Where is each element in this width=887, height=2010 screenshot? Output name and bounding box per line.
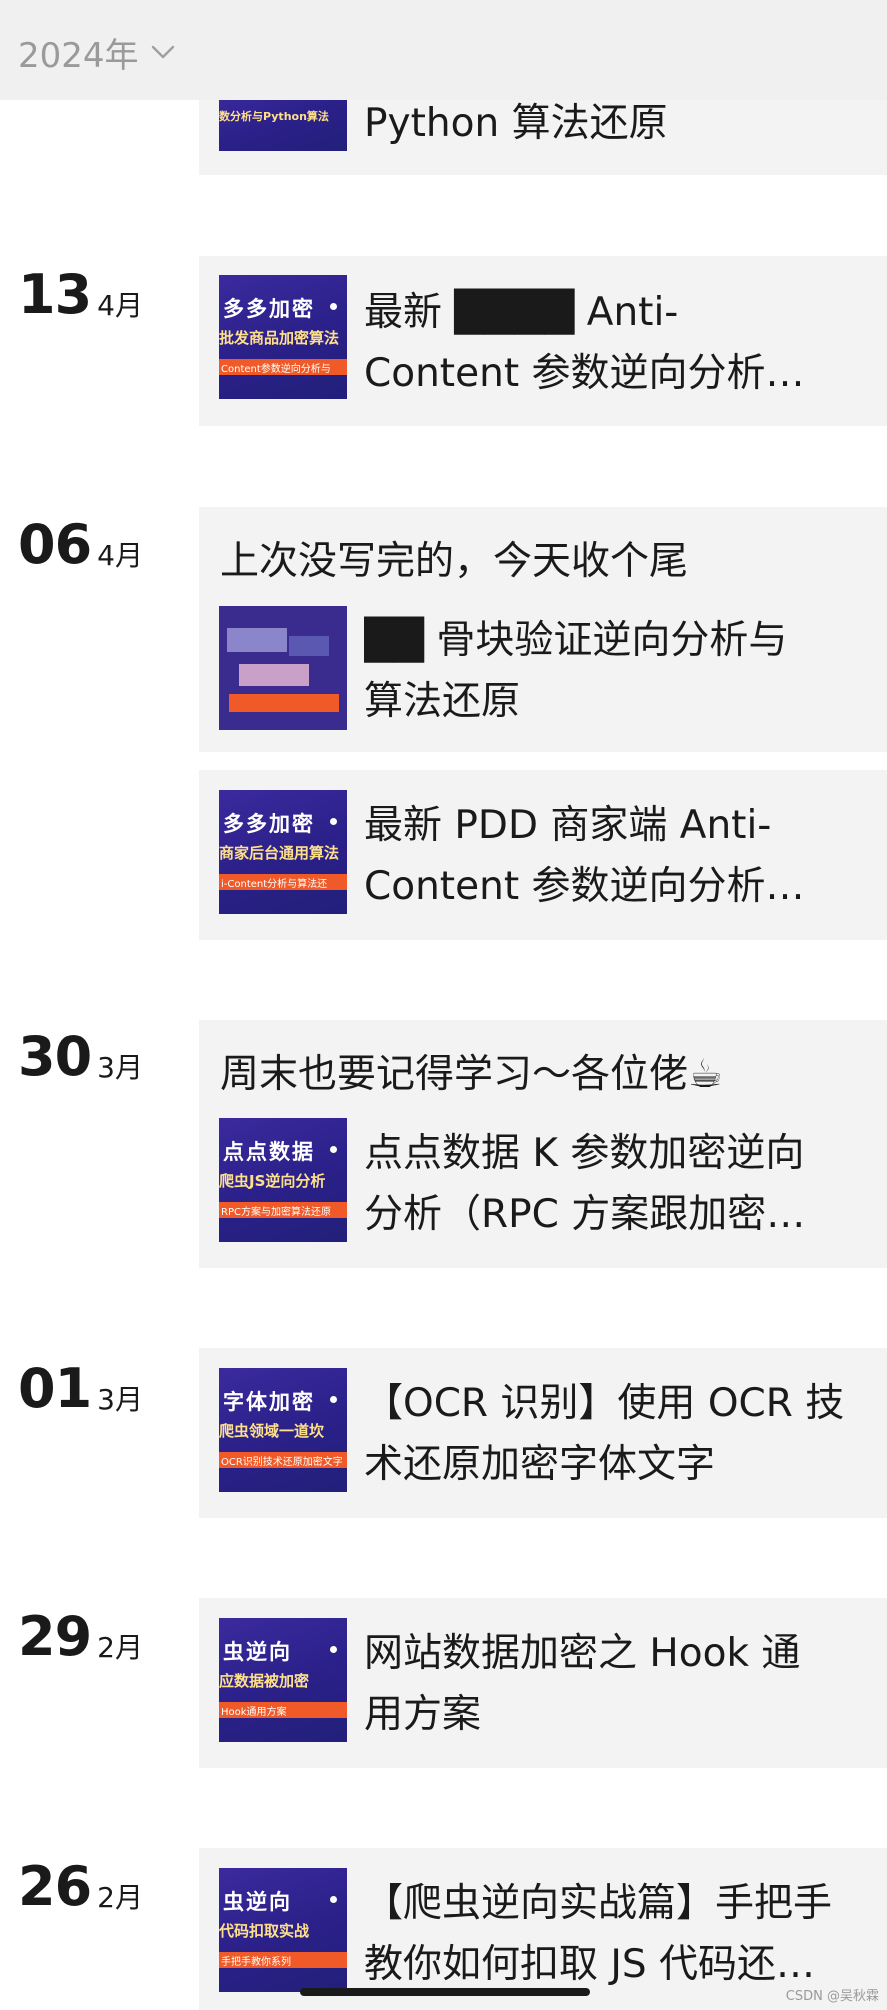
thumbnail-text: 手把手教你系列 [221,1957,291,1968]
post-title: Python 算法还原 [364,93,864,154]
thumbnail-text: Content参数逆向分析与 [221,364,331,375]
thumbnail-text: 多多加密 [223,812,315,836]
post-intro-text: 周末也要记得学习～各位佬☕ [220,1052,723,1097]
date-month: 3月 [97,1383,143,1416]
pixel-block [229,694,339,712]
post-title: 点点数据 K 参数加密逆向 分析（RPC 方案跟加密… [364,1123,864,1245]
post-title-line: 最新 PDD 商家端 Anti- [364,803,772,848]
thumbnail-strip: RPC方案与加密算法还原 [219,1202,347,1218]
post-title: 【OCR 识别】使用 OCR 技 术还原加密字体文字 [364,1373,864,1495]
thumbnail-text: 点点数据 [223,1140,315,1164]
post-title-line: 【OCR 识别】使用 OCR 技 [364,1381,845,1426]
thumbnail-text: 数分析与Python算法 [219,110,329,123]
thumbnail-dot [330,1396,337,1403]
post-title: ██ 骨块验证逆向分析与 算法还原 [364,610,864,732]
post-title-line: ██ 骨块验证逆向分析与 [364,618,788,663]
thumbnail-dot [330,1146,337,1153]
post-title-line: Python 算法还原 [364,101,668,146]
post-title: 【爬虫逆向实战篇】手把手 教你如何扣取 JS 代码还… [364,1873,864,1995]
date-day: 01 [18,1357,92,1420]
thumbnail-strip: OCR识别技术还原加密文字 [219,1452,347,1468]
post-title-line: Content 参数逆向分析… [364,351,805,396]
date-month: 4月 [97,289,143,322]
date-month: 2月 [97,1881,143,1914]
thumbnail-text: 应数据被加密 [219,1672,310,1690]
year-selector-bar[interactable]: 2024年 [0,0,887,100]
home-indicator[interactable] [300,1988,590,1996]
post-title-line: 分析（RPC 方案跟加密… [364,1192,806,1237]
chevron-down-icon [151,40,175,65]
post-thumbnail: 虫逆向 代码扣取实战 手把手教你系列 [219,1868,347,1992]
post-title: 最新 ████ Anti- Content 参数逆向分析… [364,282,864,404]
pixel-block [239,664,309,686]
thumbnail-text: 虫逆向 [223,1640,292,1664]
post-thumbnail: 多多加密 批发商品加密算法 Content参数逆向分析与 [219,275,347,399]
thumbnail-text: 多多加密 [223,297,315,321]
post-thumbnail: 字体加密 爬虫领域一道坎 OCR识别技术还原加密文字 [219,1368,347,1492]
post-date: 13 4月 [18,268,143,322]
thumbnail-strip: i-Content分析与算法还 [219,874,347,890]
watermark: CSDN @吴秋霖 [785,1989,879,2004]
thumbnail-text: RPC方案与加密算法还原 [221,1207,331,1218]
post-thumbnail: 点点数据 爬虫JS逆向分析 RPC方案与加密算法还原 [219,1118,347,1242]
date-month: 3月 [97,1051,143,1084]
post-date: 26 2月 [18,1860,143,1914]
date-day: 26 [18,1855,92,1918]
thumbnail-text: i-Content分析与算法还 [221,879,328,890]
thumbnail-text: 商家后台通用算法 [219,844,340,862]
post-title-line: 用方案 [364,1692,482,1737]
date-day: 06 [18,513,92,576]
thumbnail-text: 爬虫领域一道坎 [219,1422,325,1440]
pixel-block [227,628,287,652]
date-day: 29 [18,1605,92,1668]
post-thumbnail: 多多加密 商家后台通用算法 i-Content分析与算法还 [219,790,347,914]
post-title: 最新 PDD 商家端 Anti- Content 参数逆向分析… [364,795,864,917]
year-dropdown[interactable]: 2024年 [18,28,175,77]
post-thumbnail-pixelated [219,606,347,730]
post-title-line: 最新 ████ Anti- [364,290,679,335]
post-title: 网站数据加密之 Hook 通 用方案 [364,1623,864,1745]
post-date: 30 3月 [18,1030,143,1084]
thumbnail-text: 爬虫JS逆向分析 [219,1172,326,1190]
post-title-line: 网站数据加密之 Hook 通 [364,1631,801,1676]
thumbnail-strip: Hook通用方案 [219,1702,347,1718]
year-label: 2024年 [18,36,139,76]
date-day: 13 [18,263,92,326]
pixel-block [289,636,329,656]
post-thumbnail: 虫逆向 应数据被加密 Hook通用方案 [219,1618,347,1742]
post-intro-text: 上次没写完的，今天收个尾 [220,539,689,584]
post-title-line: 术还原加密字体文字 [364,1442,716,1487]
thumbnail-text: 虫逆向 [223,1890,292,1914]
thumbnail-text: 批发商品加密算法 [219,329,340,347]
thumbnail-dot [330,1896,337,1903]
post-date: 01 3月 [18,1362,143,1416]
thumbnail-strip: 手把手教你系列 [219,1952,347,1968]
post-title-line: 点点数据 K 参数加密逆向 [364,1131,805,1176]
date-month: 4月 [97,539,143,572]
thumbnail-strip: Content参数逆向分析与 [219,359,347,375]
date-month: 2月 [97,1631,143,1664]
thumbnail-dot [330,818,337,825]
post-date: 29 2月 [18,1610,143,1664]
post-date: 06 4月 [18,518,143,572]
thumbnail-text: Hook通用方案 [221,1707,287,1718]
thumbnail-text: OCR识别技术还原加密文字 [221,1457,343,1468]
thumbnail-dot [330,303,337,310]
post-title-line: Content 参数逆向分析… [364,864,805,909]
thumbnail-dot [330,1646,337,1653]
date-day: 30 [18,1025,92,1088]
post-title-line: 【爬虫逆向实战篇】手把手 [364,1881,833,1926]
thumbnail-text: 代码扣取实战 [219,1922,310,1940]
post-title-line: 算法还原 [364,679,521,724]
thumbnail-text: 字体加密 [223,1390,315,1414]
